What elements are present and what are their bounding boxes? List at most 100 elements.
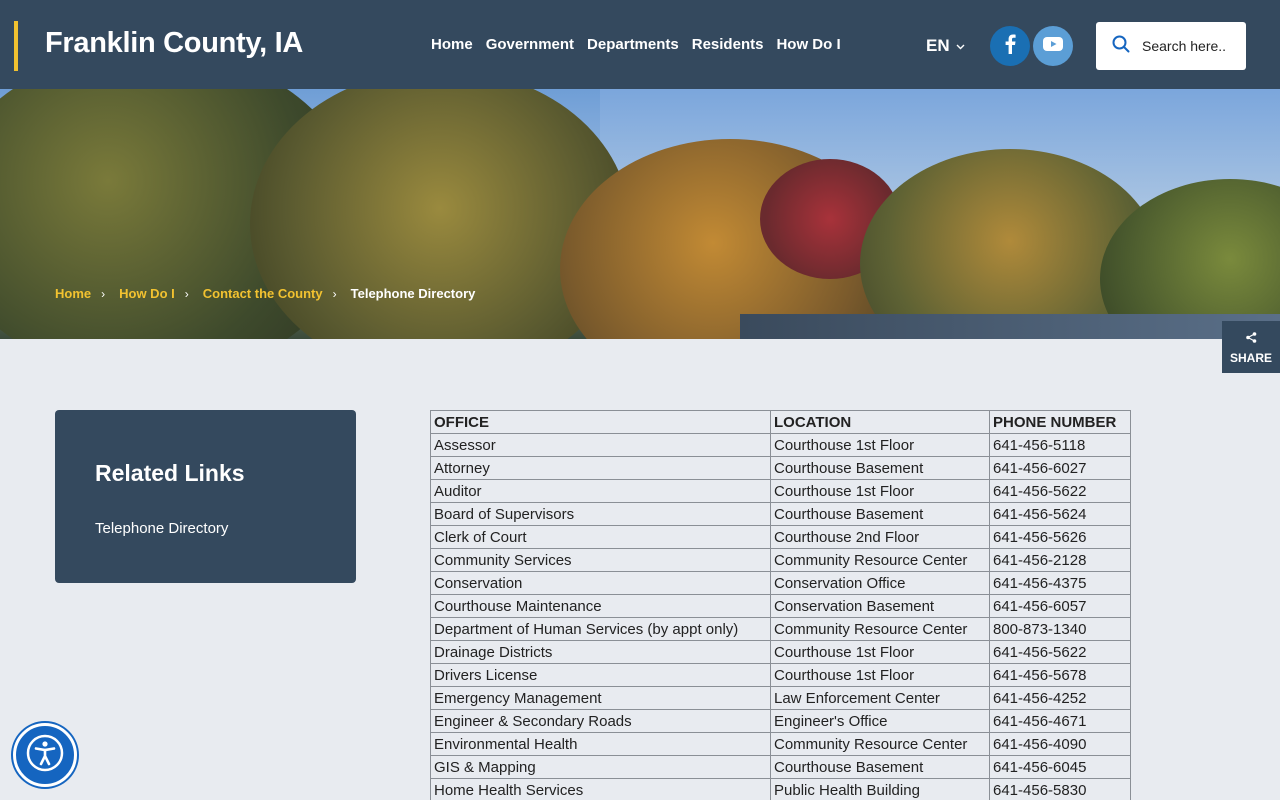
cell-office: Engineer & Secondary Roads <box>430 709 771 733</box>
table-row: Assessor Courthouse 1st Floor 641-456-5118 <box>430 433 1131 457</box>
cell-location: Community Resource Center <box>770 548 990 572</box>
share-label: SHARE <box>1229 350 1272 365</box>
cell-phone: 641-456-5624 <box>989 502 1131 526</box>
cell-phone: 641-456-5626 <box>989 525 1131 549</box>
nav-how-do-i[interactable]: How Do I <box>776 36 840 53</box>
cell-office: Department of Human Services (by appt on… <box>430 617 771 641</box>
cell-office: Auditor <box>430 479 771 503</box>
share-button[interactable]: SHARE <box>1222 321 1280 373</box>
cell-office: Assessor <box>430 433 771 457</box>
cell-office: Drainage Districts <box>430 640 771 664</box>
breadcrumb: Home › How Do I › Contact the County › T… <box>55 286 475 301</box>
cell-office: Emergency Management <box>430 686 771 710</box>
table-row: Emergency Management Law Enforcement Cent… <box>430 686 1131 710</box>
cell-location: Courthouse 1st Floor <box>770 663 990 687</box>
cell-location: Courthouse Basement <box>770 502 990 526</box>
breadcrumb-home[interactable]: Home <box>55 286 91 301</box>
cell-office: Drivers License <box>430 663 771 687</box>
cell-location: Public Health Building <box>770 778 990 800</box>
table-row: Home Health Services Public Health Buildi… <box>430 778 1131 800</box>
accessibility-icon <box>25 733 65 778</box>
facebook-icon <box>1004 34 1016 59</box>
table-row: Drivers License Courthouse 1st Floor 641-4… <box>430 663 1131 687</box>
youtube-icon <box>1043 36 1063 56</box>
related-links-panel: Related Links Telephone Directory <box>55 410 356 583</box>
table-row: Auditor Courthouse 1st Floor 641-456-5622 <box>430 479 1131 503</box>
table-header-row: OFFICE LOCATION PHONE NUMBER <box>430 410 1131 434</box>
cell-location: Community Resource Center <box>770 732 990 756</box>
cell-phone: 800-873-1340 <box>989 617 1131 641</box>
site-title[interactable]: Franklin County, IA <box>45 27 303 60</box>
related-links-title: Related Links <box>95 460 245 486</box>
cell-location: Courthouse 2nd Floor <box>770 525 990 549</box>
telephone-directory-table: OFFICE LOCATION PHONE NUMBER Assessor Cou… <box>430 410 1131 800</box>
table-row: Attorney Courthouse Basement 641-456-6027 <box>430 456 1131 480</box>
breadcrumb-how-do-i[interactable]: How Do I <box>119 286 175 301</box>
cell-phone: 641-456-6045 <box>989 755 1131 779</box>
nav-government[interactable]: Government <box>486 36 574 53</box>
chevron-down-icon <box>956 41 965 53</box>
cell-phone: 641-456-5622 <box>989 479 1131 503</box>
table-row: Engineer & Secondary Roads Engineer's Off… <box>430 709 1131 733</box>
search-box <box>1096 22 1246 70</box>
nav-departments[interactable]: Departments <box>587 36 679 53</box>
cell-location: Conservation Office <box>770 571 990 595</box>
cell-office: Community Services <box>430 548 771 572</box>
cell-phone: 641-456-4252 <box>989 686 1131 710</box>
facebook-button[interactable] <box>990 26 1030 66</box>
youtube-button[interactable] <box>1033 26 1073 66</box>
cell-phone: 641-456-6027 <box>989 456 1131 480</box>
nav-residents[interactable]: Residents <box>692 36 764 53</box>
table-row: Conservation Conservation Office 641-456-4… <box>430 571 1131 595</box>
cell-office: Environmental Health <box>430 732 771 756</box>
share-icon <box>1245 330 1257 348</box>
search-input[interactable] <box>1142 38 1232 54</box>
main-nav: Home Government Departments Residents Ho… <box>431 36 854 53</box>
language-selector[interactable]: EN <box>926 36 965 56</box>
site-header: Franklin County, IA Home Government Depa… <box>0 0 1280 89</box>
hero-banner: Home › How Do I › Contact the County › T… <box>0 89 1280 339</box>
cell-phone: 641-456-5622 <box>989 640 1131 664</box>
cell-phone: 641-456-4671 <box>989 709 1131 733</box>
hero-water <box>740 314 1280 339</box>
cell-office: Courthouse Maintenance <box>430 594 771 618</box>
cell-phone: 641-456-2128 <box>989 548 1131 572</box>
column-header-location: LOCATION <box>770 410 990 434</box>
cell-phone: 641-456-5678 <box>989 663 1131 687</box>
cell-location: Engineer's Office <box>770 709 990 733</box>
cell-phone: 641-456-5830 <box>989 778 1131 800</box>
table-row: Clerk of Court Courthouse 2nd Floor 641-45… <box>430 525 1131 549</box>
cell-location: Courthouse Basement <box>770 456 990 480</box>
cell-office: Home Health Services <box>430 778 771 800</box>
cell-office: Conservation <box>430 571 771 595</box>
chevron-right-icon: › <box>332 286 337 301</box>
nav-home[interactable]: Home <box>431 36 473 53</box>
cell-location: Community Resource Center <box>770 617 990 641</box>
cell-phone: 641-456-4090 <box>989 732 1131 756</box>
cell-phone: 641-456-6057 <box>989 594 1131 618</box>
language-label: EN <box>926 36 950 55</box>
cell-office: Clerk of Court <box>430 525 771 549</box>
table-row: Department of Human Services (by appt on… <box>430 617 1131 641</box>
column-header-office: OFFICE <box>430 410 771 434</box>
column-header-phone: PHONE NUMBER <box>989 410 1131 434</box>
accessibility-button[interactable] <box>13 723 77 787</box>
cell-location: Courthouse 1st Floor <box>770 433 990 457</box>
cell-location: Conservation Basement <box>770 594 990 618</box>
breadcrumb-current: Telephone Directory <box>350 286 476 301</box>
chevron-right-icon: › <box>101 286 106 301</box>
cell-office: GIS & Mapping <box>430 755 771 779</box>
cell-office: Attorney <box>430 456 771 480</box>
table-row: Environmental Health Community Resource C… <box>430 732 1131 756</box>
breadcrumb-contact-the-county[interactable]: Contact the County <box>203 286 323 301</box>
related-link-telephone-directory[interactable]: Telephone Directory <box>95 520 228 537</box>
brand-accent-bar <box>14 21 18 71</box>
cell-location: Courthouse 1st Floor <box>770 640 990 664</box>
cell-location: Courthouse Basement <box>770 755 990 779</box>
search-icon[interactable] <box>1112 35 1130 58</box>
cell-phone: 641-456-4375 <box>989 571 1131 595</box>
chevron-right-icon: › <box>184 286 189 301</box>
table-row: Board of Supervisors Courthouse Basement 6… <box>430 502 1131 526</box>
table-row: Community Services Community Resource Cen… <box>430 548 1131 572</box>
table-row: Drainage Districts Courthouse 1st Floor 64… <box>430 640 1131 664</box>
